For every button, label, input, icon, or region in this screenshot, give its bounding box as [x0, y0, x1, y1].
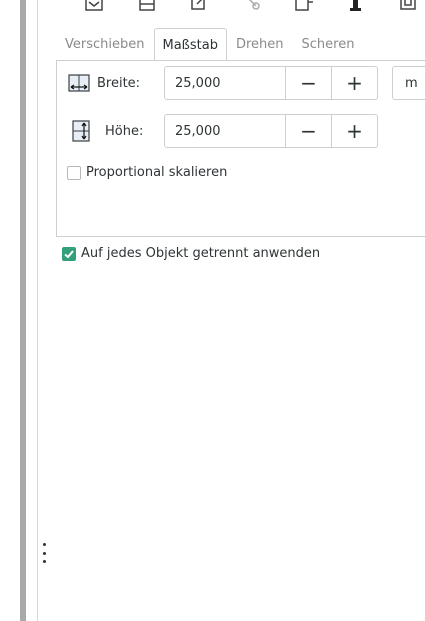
- height-row: Höhe: 25,000 − +: [57, 114, 425, 148]
- tab-scheren[interactable]: Scheren: [293, 27, 364, 60]
- scale-panel: Breite: 25,000 − + m Höhe: 25,000 − + Pr…: [56, 61, 425, 237]
- left-divider: [37, 0, 38, 621]
- proportional-label: Proportional skalieren: [86, 165, 228, 180]
- transform-dialog: Verschieben Maßstab Drehen Scheren Breit…: [0, 0, 425, 621]
- height-input[interactable]: 25,000: [164, 114, 286, 148]
- tab-drehen[interactable]: Drehen: [227, 27, 293, 60]
- width-row: Breite: 25,000 − +: [57, 66, 425, 100]
- unit-dropdown[interactable]: m: [392, 66, 425, 100]
- transform-tabs: Verschieben Maßstab Drehen Scheren: [56, 27, 425, 61]
- width-decrease-button[interactable]: −: [286, 66, 332, 100]
- height-increase-button[interactable]: +: [332, 114, 378, 148]
- width-label: Breite:: [97, 75, 141, 91]
- height-spinbox: 25,000 − +: [164, 114, 378, 148]
- toolbar-tool-icon[interactable]: [137, 0, 157, 12]
- toolbar-strip: [56, 0, 425, 22]
- scale-width-icon: [68, 74, 90, 92]
- toolbar-tool-icon[interactable]: [346, 0, 366, 12]
- apply-each-label: Auf jedes Objekt getrennt anwenden: [81, 246, 321, 261]
- width-input[interactable]: 25,000: [164, 66, 286, 100]
- left-panel-edge: [20, 0, 26, 621]
- width-increase-button[interactable]: +: [332, 66, 378, 100]
- toolbar-tool-icon[interactable]: [294, 0, 314, 12]
- drag-handle-icon[interactable]: [42, 543, 46, 563]
- toolbar-tool-icon[interactable]: [189, 0, 209, 12]
- proportional-checkbox-box[interactable]: [67, 165, 81, 180]
- toolbar-tool-icon[interactable]: [84, 0, 104, 12]
- height-label: Höhe:: [105, 123, 144, 139]
- apply-each-checkbox[interactable]: Auf jedes Objekt getrennt anwenden: [62, 246, 320, 261]
- tab-massstab[interactable]: Maßstab: [153, 28, 227, 60]
- toolbar-tool-icon[interactable]: [242, 0, 262, 12]
- width-spinbox: 25,000 − +: [164, 66, 378, 100]
- toolbar-tool-icon[interactable]: [398, 0, 418, 12]
- apply-each-checkbox-box[interactable]: [62, 246, 76, 261]
- checkmark-icon: [64, 249, 74, 258]
- scale-height-icon: [72, 120, 90, 142]
- height-decrease-button[interactable]: −: [286, 114, 332, 148]
- tab-verschieben[interactable]: Verschieben: [56, 27, 154, 60]
- proportional-checkbox[interactable]: Proportional skalieren: [67, 165, 227, 180]
